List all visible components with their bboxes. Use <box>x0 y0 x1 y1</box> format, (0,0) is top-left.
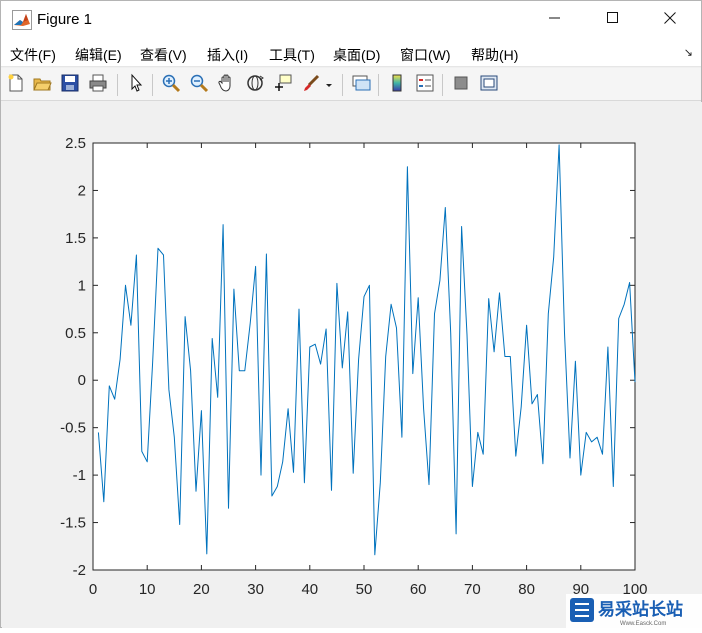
zoom-in-icon <box>161 73 181 98</box>
y-tick-labels: -2 -1.5 -1 -0.5 0 0.5 1 1.5 2 2.5 <box>60 135 86 579</box>
x-tick-labels: 0 10 20 30 40 50 60 70 80 90 100 <box>89 581 648 598</box>
x-tick-label: 80 <box>518 581 535 598</box>
data-cursor-button[interactable] <box>272 74 294 96</box>
save-icon <box>60 73 80 98</box>
figure-toolbar <box>1 68 701 101</box>
zoom-out-icon <box>189 73 209 98</box>
y-tick-label: -1 <box>73 467 86 484</box>
y-tick-label: 2.5 <box>65 135 86 152</box>
x-tick-label: 30 <box>247 581 264 598</box>
zoom-in-button[interactable] <box>160 74 182 96</box>
open-file-button[interactable] <box>31 74 53 96</box>
pan-icon <box>217 73 237 98</box>
insert-colorbar-button[interactable] <box>386 74 408 96</box>
watermark-subtext: Www.Easck.Com <box>620 621 666 627</box>
y-tick-label: 0.5 <box>65 325 86 342</box>
x-tick-label: 20 <box>193 581 210 598</box>
menu-window[interactable]: 窗口(W) <box>400 45 451 65</box>
x-tick-label: 40 <box>301 581 318 598</box>
link-plot-button[interactable] <box>350 74 372 96</box>
maximize-icon <box>607 11 619 29</box>
y-tick-label: -0.5 <box>60 420 86 437</box>
brush-dropdown-icon <box>325 76 333 94</box>
menu-tools[interactable]: 工具(T) <box>269 45 315 65</box>
insert-colorbar-icon <box>387 73 407 98</box>
x-tick-label: 70 <box>464 581 481 598</box>
hide-plot-tools-icon <box>451 73 471 98</box>
brush-dropdown-button[interactable] <box>322 74 336 96</box>
edit-plot-button[interactable] <box>125 73 147 98</box>
insert-legend-icon <box>415 73 435 98</box>
minimize-icon <box>549 11 561 29</box>
toolbar-separator <box>152 74 153 96</box>
figure-window: Figure 1 文件(F) 编辑(E) 查看(V) 插入(I) 工具(T) 桌… <box>0 0 702 628</box>
link-plot-icon <box>351 73 371 98</box>
open-file-icon <box>32 73 52 98</box>
insert-legend-button[interactable] <box>414 74 436 96</box>
line-chart: 0 10 20 30 40 50 60 70 80 90 100 -2 -1.5… <box>60 135 648 598</box>
menu-desktop[interactable]: 桌面(D) <box>333 45 380 65</box>
toolbar-separator <box>342 74 343 96</box>
minimize-button[interactable] <box>532 1 578 39</box>
hide-plot-tools-button[interactable] <box>450 74 472 96</box>
x-tick-label: 50 <box>356 581 373 598</box>
y-tick-label: 2 <box>78 182 86 199</box>
matlab-logo-icon <box>12 10 32 30</box>
menu-edit[interactable]: 编辑(E) <box>75 45 122 65</box>
print-icon <box>88 73 108 98</box>
y-tick-label: 1.5 <box>65 230 86 247</box>
show-plot-tools-icon <box>479 73 499 98</box>
rotate-3d-icon <box>245 73 265 98</box>
watermark-logo-icon <box>570 598 594 622</box>
dock-arrow-icon[interactable]: ↘ <box>684 46 693 59</box>
title-bar[interactable]: Figure 1 <box>1 1 701 39</box>
y-tick-label: -2 <box>73 562 86 579</box>
menu-view[interactable]: 查看(V) <box>140 45 187 65</box>
y-tick-label: 1 <box>78 277 86 294</box>
window-title: Figure 1 <box>37 11 93 28</box>
close-button[interactable] <box>647 1 693 39</box>
menu-bar: 文件(F) 编辑(E) 查看(V) 插入(I) 工具(T) 桌面(D) 窗口(W… <box>1 39 701 67</box>
rotate-3d-button[interactable] <box>244 74 266 96</box>
menu-file[interactable]: 文件(F) <box>10 45 56 65</box>
y-tick-label: 0 <box>78 372 86 389</box>
y-tick-label: -1.5 <box>60 515 86 532</box>
maximize-button[interactable] <box>590 1 636 39</box>
edit-plot-icon <box>126 73 146 98</box>
brush-icon <box>301 73 321 98</box>
x-tick-label: 60 <box>410 581 427 598</box>
close-icon <box>664 11 676 29</box>
data-cursor-icon <box>273 73 293 98</box>
toolbar-separator <box>378 74 379 96</box>
save-button[interactable] <box>59 74 81 96</box>
brush-button[interactable] <box>300 74 322 96</box>
show-plot-tools-button[interactable] <box>478 74 500 96</box>
new-figure-icon <box>6 73 26 98</box>
menu-help[interactable]: 帮助(H) <box>471 45 518 65</box>
axes-box <box>92 142 636 571</box>
new-figure-button[interactable] <box>5 74 27 96</box>
watermark-badge: 易采站长站 Www.Easck.Com <box>566 594 702 628</box>
x-tick-label: 10 <box>139 581 156 598</box>
watermark-text: 易采站长站 <box>598 599 683 619</box>
zoom-out-button[interactable] <box>188 74 210 96</box>
toolbar-separator <box>117 74 118 96</box>
pan-button[interactable] <box>216 74 238 96</box>
figure-canvas[interactable]: 0 10 20 30 40 50 60 70 80 90 100 -2 -1.5… <box>2 102 702 628</box>
toolbar-separator <box>442 74 443 96</box>
x-tick-label: 0 <box>89 581 97 598</box>
menu-insert[interactable]: 插入(I) <box>207 45 248 65</box>
print-button[interactable] <box>87 74 109 96</box>
